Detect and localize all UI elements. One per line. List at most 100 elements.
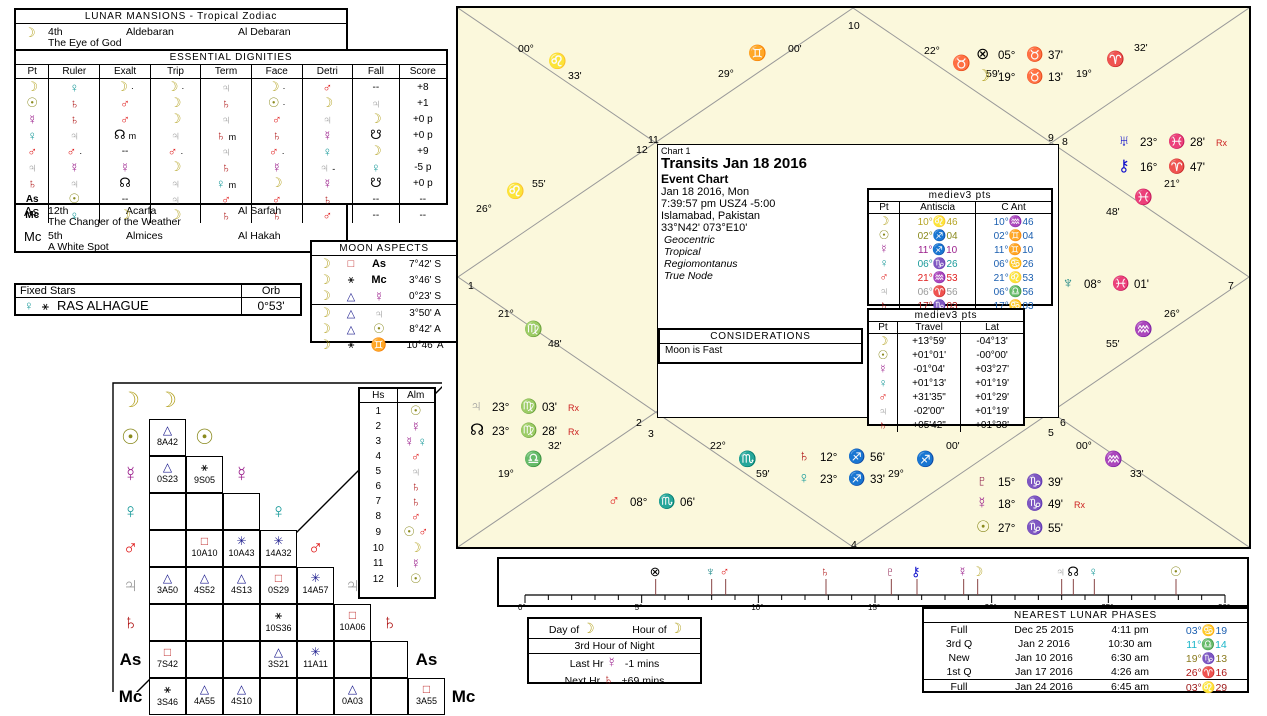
ed-cell-pt: As [16,191,50,207]
aspect-cell[interactable] [297,678,334,715]
aspect-cell[interactable]: △ 3A50 [149,567,186,604]
aspect-cell[interactable]: △ 4S10 [223,678,260,715]
aspect-cell[interactable] [149,530,186,567]
aspect-cell[interactable]: △ 4A55 [186,678,223,715]
aspect-cell[interactable]: ✳ 10A43 [223,530,260,567]
aspect-cell[interactable]: △ 0A03 [334,678,371,715]
aspect-cell[interactable]: ⚹ 3S46 [149,678,186,715]
planet-neptune[interactable]: ♆ 08° ♓ 01' [1062,275,1160,293]
chart-wheel[interactable]: 1 2 3 4 5 6 7 8 9 10 11 12 22° ♉ 59' 29° ♊ 00' 00° ♌ 33' 26° ♌… [456,6,1251,551]
antiscia-value: 11°♐10 [899,242,977,256]
dial-marker-neptune[interactable]: ♆ [706,565,716,578]
last-hr-value: -1 mins [624,658,660,670]
planet-northnode[interactable]: ☊ 23° ♍ 28' Rx [470,420,579,440]
house-number-7: 7 [1228,280,1234,292]
dial-marker-mercury[interactable]: ☿ [958,565,968,578]
aspect-cell[interactable]: ⚹ 9S05 [186,456,223,493]
planet-sun[interactable]: ☉ 27° ♑ 55' [976,517,1074,537]
planet-mars[interactable]: ♂ 08° ♏ 06' [608,493,706,511]
aspect-cell[interactable] [223,604,260,641]
aspect-orb: 0S29 [267,585,290,595]
degree-dial[interactable]: 0°5°10°15°20°25°30°⊗♆♂♄♇⚷☿☽♃☊♀☉ [497,557,1249,612]
house-number-1: 1 [468,280,474,292]
ed-cell-face: ♄ [251,127,303,143]
aspect-cell[interactable]: △ 3S21 [260,641,297,678]
almuten-planets: ♄ [397,494,434,509]
house-number-12: 12 [636,144,648,156]
aspect-cell[interactable]: □ 10A10 [186,530,223,567]
planet-uranus[interactable]: ♅ 23° ♓ 28' Rx [1118,133,1227,151]
ed-term-icon: ♄ [221,207,231,223]
aspect-orb: 10S36 [265,623,292,633]
aspect-cell[interactable]: □ 10A06 [334,604,371,641]
phase-position: 26°♈16 [1166,665,1247,680]
dial-marker-sun[interactable]: ☉ [1170,565,1182,578]
ed-cell-score: -- [419,193,427,205]
ed-face-icon: ♄ [271,207,282,223]
dial-marker-mars[interactable]: ♂ [720,565,730,578]
aspect-cell[interactable]: □ 7S42 [149,641,186,678]
aspect-cell[interactable] [223,493,260,530]
aspect-cell[interactable] [186,604,223,641]
planet-partfortune[interactable]: ⊗ 05° ♉ 37' [976,44,1074,64]
aspect-cell[interactable] [260,678,297,715]
travel-header: Pt [869,322,898,334]
aspect-cell[interactable] [149,493,186,530]
dial-marker-venus[interactable]: ♀ [1088,565,1098,578]
aspect-cell[interactable]: ⚹ 10S36 [260,604,297,641]
planet-chiron[interactable]: ⚷ 16° ♈ 47' [1118,156,1216,176]
planet-saturn[interactable]: ♄ 12° ♐ 56' [798,448,896,466]
ed-pt-icon: ♀ [27,127,38,143]
planet-moon[interactable]: ☽ 19° ♉ 13' [976,66,1074,86]
aspect-cell[interactable]: △ 0S23 [149,456,186,493]
ed-cell-exalt: -- [99,191,151,207]
ed-marker: · [180,147,184,158]
dial-marker-partfortune[interactable]: ⊗ [650,565,661,578]
aspect-conjunct-icon: ⚹ [163,682,172,696]
dial-marker-chiron[interactable]: ⚷ [911,565,921,578]
aspect-cell[interactable] [223,641,260,678]
dial-marker-jupiter[interactable]: ♃ [1056,565,1066,578]
aspect-cell[interactable] [186,493,223,530]
ed-cell-trip: ♂ · [150,143,202,159]
planet-sign-icon: ♏ [658,493,676,509]
almuten-row: 11 ☿ [360,556,434,571]
aspect-cell[interactable]: △ 4S52 [186,567,223,604]
aspect-cell[interactable]: ✳ 14A57 [297,567,334,604]
phase-date: Jan 24 2016 [1015,681,1073,693]
aspect-cell[interactable]: □ 3A55 [408,678,445,715]
aspect-cell[interactable]: □ 0S29 [260,567,297,604]
dial-marker-northnode[interactable]: ☊ [1067,565,1079,578]
planet-minute: 49' [1048,499,1063,511]
ed-pt-icon: ☽ [26,79,39,94]
aspect-cell[interactable]: △ 8A42 [149,419,186,456]
planet-jupiter[interactable]: ♃ 23° ♍ 03' Rx [470,398,579,416]
aspect-cell[interactable] [371,641,408,678]
aspect-cell[interactable] [334,641,371,678]
sun-icon: ☉ [195,426,214,449]
almuten-header: Hs [360,389,398,403]
aspect-cell[interactable]: △ 4S13 [223,567,260,604]
aspect-cell[interactable] [186,641,223,678]
ed-trip-icon: ☽ [169,207,182,222]
mansion-desc: The Eye of God [48,37,122,49]
almuten-table: Hs Alm 1 ☉ 2 ☿ 3 ☿ ♀ 4 ♂ 5 ♃ 6 ♄ 7 ♄ 8 ♂ 9 ☉ ♂ 10 ☽ 11 ☿ 12 ☉ [360,389,434,587]
antiscia-sign-icon: ♈ [932,285,947,298]
aspect-cell[interactable] [297,604,334,641]
planet-venus[interactable]: ♀ 23° ♐ 33' [798,470,896,488]
almuten-planets: ♂ [397,449,434,464]
aspect-cell[interactable]: ✳ 11A11 [297,641,334,678]
planet-pluto[interactable]: ♇ 15° ♑ 39' [976,473,1074,491]
dial-marker-saturn[interactable]: ♄ [820,565,830,578]
planet-mercury[interactable]: ☿ 18° ♑ 49' Rx [976,495,1085,513]
antiscia-sign-icon: ♑ [932,257,947,270]
moon-icon: ☽ [121,389,140,412]
mercury-icon: ☿ [878,362,888,376]
aspect-cell[interactable] [149,604,186,641]
ma-aspect: △ [338,288,364,305]
phase-name: 3rd Q [945,638,973,650]
aspect-cell[interactable] [371,678,408,715]
aspect-cell[interactable]: ✳ 14A32 [260,530,297,567]
dial-marker-pluto[interactable]: ♇ [885,565,895,578]
dial-marker-moon[interactable]: ☽ [972,565,984,578]
